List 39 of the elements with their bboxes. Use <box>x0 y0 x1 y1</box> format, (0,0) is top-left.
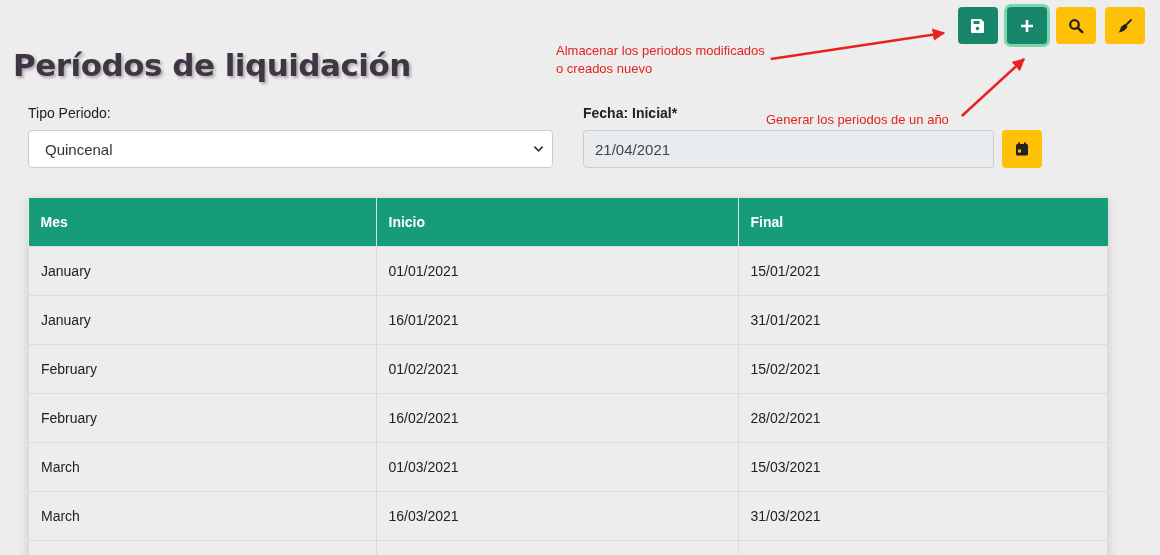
table-cell: 16/03/2021 <box>376 491 738 541</box>
table-cell: February <box>28 393 376 443</box>
search-icon <box>1068 17 1084 34</box>
field-label: Fecha: Inicial* <box>583 105 678 121</box>
plus-button[interactable] <box>1007 7 1047 44</box>
column-header: Final <box>738 198 1108 247</box>
table-cell: February <box>28 344 376 394</box>
table-cell: March <box>28 491 376 541</box>
table-cell: 16/01/2021 <box>376 295 738 345</box>
broom-button[interactable] <box>1105 7 1145 44</box>
date-field[interactable]: 21/04/2021 <box>583 130 994 168</box>
search-button[interactable] <box>1056 7 1096 44</box>
table-cell: January <box>28 295 376 345</box>
annotation-arrow <box>961 58 1025 117</box>
annotation-text: Generar los periodos de un año <box>766 111 949 129</box>
table-cell: 01/03/2021 <box>376 442 738 492</box>
table-cell: 16/02/2021 <box>376 393 738 443</box>
table-cell: March <box>28 442 376 492</box>
table-cell: 28/02/2021 <box>738 393 1108 443</box>
chevron-down-icon <box>533 145 544 153</box>
table-cell: January <box>28 246 376 296</box>
period-type-select[interactable]: Quincenal <box>28 130 553 168</box>
table-cell: 31/01/2021 <box>738 295 1108 345</box>
plus-icon <box>1019 17 1035 34</box>
calendar-button[interactable] <box>1002 130 1042 168</box>
page-title: Períodos de liquidación <box>13 47 411 83</box>
table-cell: 15/03/2021 <box>738 442 1108 492</box>
floppy-disk-button[interactable] <box>958 7 998 44</box>
annotation-text: Almacenar los periodos modificados o creados nuevo <box>556 42 765 78</box>
calendar-icon <box>1014 141 1030 157</box>
field-label: Tipo Periodo: <box>28 105 111 121</box>
table-cell: 15/02/2021 <box>738 344 1108 394</box>
table-cell: 01/01/2021 <box>376 246 738 296</box>
column-header: Mes <box>28 198 376 247</box>
column-header: Inicio <box>376 198 738 247</box>
table-cell: 15/01/2021 <box>738 246 1108 296</box>
broom-icon <box>1117 17 1133 34</box>
table-cell: 31/03/2021 <box>738 491 1108 541</box>
table-cell: 01/02/2021 <box>376 344 738 394</box>
